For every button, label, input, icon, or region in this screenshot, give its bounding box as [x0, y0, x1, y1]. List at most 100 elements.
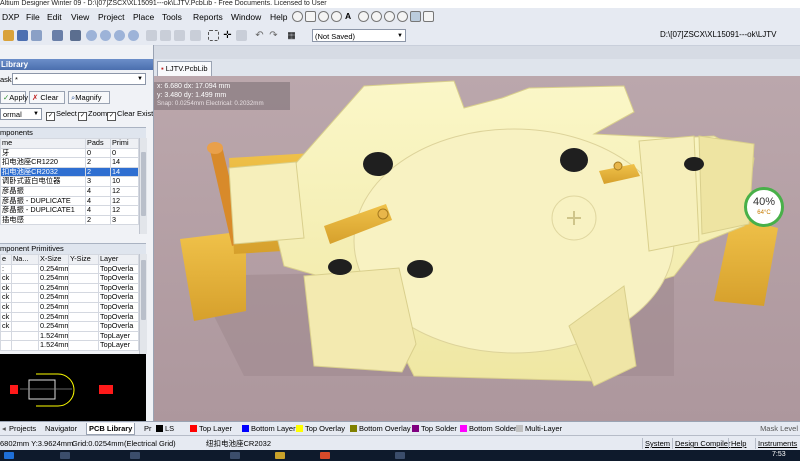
menu-view[interactable]: View [71, 11, 89, 23]
save-icon[interactable] [17, 30, 28, 41]
column-header-name[interactable]: me [0, 138, 86, 149]
column-header-type[interactable]: e [0, 254, 12, 265]
primitive-row[interactable]: 1.524mm TopLayer [0, 340, 139, 351]
pad-icon[interactable] [305, 11, 316, 22]
primitive-row[interactable]: ck 0.254mm TopOverla [0, 292, 139, 303]
tab-pcb-library[interactable]: PCB Library [86, 423, 136, 435]
menu-place[interactable]: Place [133, 11, 154, 23]
primitive-row[interactable]: 1.524mm TopLayer [0, 330, 139, 342]
arc-edge-icon[interactable] [371, 11, 382, 22]
primitive-row[interactable]: ck 0.254mm TopOverla [0, 273, 139, 284]
menu-file[interactable]: File [26, 11, 40, 23]
fill-icon[interactable] [410, 11, 421, 22]
primitives-scrollbar[interactable] [139, 254, 147, 354]
instruments-button[interactable]: Instruments [755, 438, 799, 449]
dot-icon[interactable] [331, 11, 342, 22]
open-folder-icon[interactable] [3, 30, 14, 41]
move-icon[interactable]: ✛ [222, 30, 233, 41]
component-row[interactable]: 牙00 [0, 147, 139, 159]
grid-icon[interactable]: ▦ [286, 30, 297, 41]
column-header-x-size[interactable]: X-Size [38, 254, 69, 265]
paste-icon[interactable] [174, 30, 185, 41]
layer-tab[interactable]: Bottom Layer [242, 424, 296, 434]
component-row[interactable]: 调卧式蓝白电位器 3 10 [0, 176, 139, 187]
design-compiler-button[interactable]: Design Compiler [672, 438, 732, 449]
primitive-row[interactable]: : 0.254mm TopOverla [0, 263, 139, 275]
component-row[interactable]: 彦晶振 - DUPLICATE 4 12 [0, 195, 139, 207]
zoom-checkbox[interactable]: ✓ Zoom [78, 109, 107, 121]
variant-select[interactable]: (Not Saved) ▼ [312, 29, 406, 42]
undo-icon[interactable]: ↶ [254, 30, 265, 41]
column-header-primitives[interactable]: Primi [110, 138, 139, 149]
help-button[interactable]: Help [728, 438, 748, 449]
3d-pcb-viewport[interactable] [154, 76, 800, 421]
layer-tab[interactable]: Top Layer [190, 424, 232, 434]
tab-pcb-rules[interactable]: Pr [142, 423, 154, 434]
arc-any-icon[interactable] [384, 11, 395, 22]
column-header-y-size[interactable]: Y-Size [68, 254, 99, 265]
magnify-button[interactable]: ⌕Magnify [68, 91, 110, 104]
component-row[interactable]: 插电感 2 3 [0, 214, 139, 226]
component-preview[interactable] [0, 354, 146, 421]
mask-level-button[interactable]: Mask Level [760, 424, 798, 434]
zoom-fit-icon[interactable] [114, 30, 125, 41]
cut-icon[interactable] [146, 30, 157, 41]
scroll-thumb[interactable] [141, 260, 146, 320]
via-icon[interactable] [318, 11, 329, 22]
menu-window[interactable]: Window [231, 11, 261, 23]
menu-dxp[interactable]: DXP [2, 11, 19, 23]
select-area-icon[interactable] [208, 30, 219, 41]
layer-tab[interactable]: Multi-Layer [516, 424, 562, 434]
apply-button[interactable]: ✓Apply [0, 91, 28, 104]
rubber-stamp-icon[interactable] [190, 30, 201, 41]
layer-tab[interactable]: Top Solder [412, 424, 457, 434]
layer-tab[interactable]: Top Overlay [296, 424, 345, 434]
tab-projects[interactable]: Projects [7, 423, 38, 434]
column-header-pads[interactable]: Pads [85, 138, 111, 149]
cpu-usage-gauge[interactable]: 40% 64°C [744, 187, 784, 227]
component-row[interactable]: 彦晶振 - DUPLICATE1 4 12 [0, 205, 139, 216]
start-icon[interactable] [4, 452, 14, 459]
taskbar-app-icon[interactable] [395, 452, 405, 459]
route-icon[interactable] [292, 11, 303, 22]
component-row[interactable]: 扣电池座CR1220 2 14 [0, 157, 139, 168]
print-icon[interactable] [52, 30, 63, 41]
clear-button[interactable]: ✗ Clear [29, 91, 65, 104]
string-icon[interactable]: A [345, 10, 351, 22]
component-row[interactable]: 彦晶振 4 12 [0, 185, 139, 197]
3d-view-icon[interactable] [70, 30, 81, 41]
deselect-icon[interactable] [236, 30, 247, 41]
menu-tools[interactable]: Tools [162, 11, 182, 23]
clear-existing-checkbox[interactable]: ✓Clear Existing [107, 109, 153, 121]
mask-input[interactable]: * ▼ [12, 73, 146, 85]
save-all-icon[interactable] [31, 30, 42, 41]
zoom-in-icon[interactable] [86, 30, 97, 41]
primitive-row[interactable]: ck 0.254mm TopOverla [0, 301, 139, 313]
menu-edit[interactable]: Edit [47, 11, 62, 23]
component-row[interactable]: 扣电池座CR2032 2 14 [0, 166, 139, 178]
primitive-row[interactable]: ck 0.254mm TopOverla [0, 311, 139, 323]
arc-center-icon[interactable] [358, 11, 369, 22]
layer-tab[interactable]: Bottom Overlay [350, 424, 411, 434]
menu-project[interactable]: Project [98, 11, 124, 23]
layer-tab[interactable]: LS [156, 424, 174, 434]
column-header-layer[interactable]: Layer [98, 254, 139, 265]
menu-help[interactable]: Help [270, 11, 287, 23]
primitive-row[interactable]: ck 0.254mm TopOverla [0, 321, 139, 332]
copy-icon[interactable] [160, 30, 171, 41]
layer-tab[interactable]: Bottom Solder [460, 424, 517, 434]
menu-reports[interactable]: Reports [193, 11, 223, 23]
select-checkbox[interactable]: ✓ Select [46, 109, 77, 121]
taskbar-app-icon[interactable] [230, 452, 240, 459]
zoom-selected-icon[interactable] [128, 30, 139, 41]
tab-navigator[interactable]: Navigator [43, 423, 79, 434]
taskbar-app-icon[interactable] [130, 452, 140, 459]
primitive-row[interactable]: ck 0.254mm TopOverla [0, 282, 139, 294]
components-scrollbar[interactable] [139, 138, 147, 234]
array-icon[interactable] [423, 11, 434, 22]
zoom-out-icon[interactable] [100, 30, 111, 41]
filter-mode-select[interactable]: ormal ▼ [0, 108, 42, 120]
taskbar-app-icon[interactable] [320, 452, 330, 459]
document-tab[interactable]: ▪ LJTV.PcbLib [157, 61, 212, 76]
taskbar-app-icon[interactable] [275, 452, 285, 459]
